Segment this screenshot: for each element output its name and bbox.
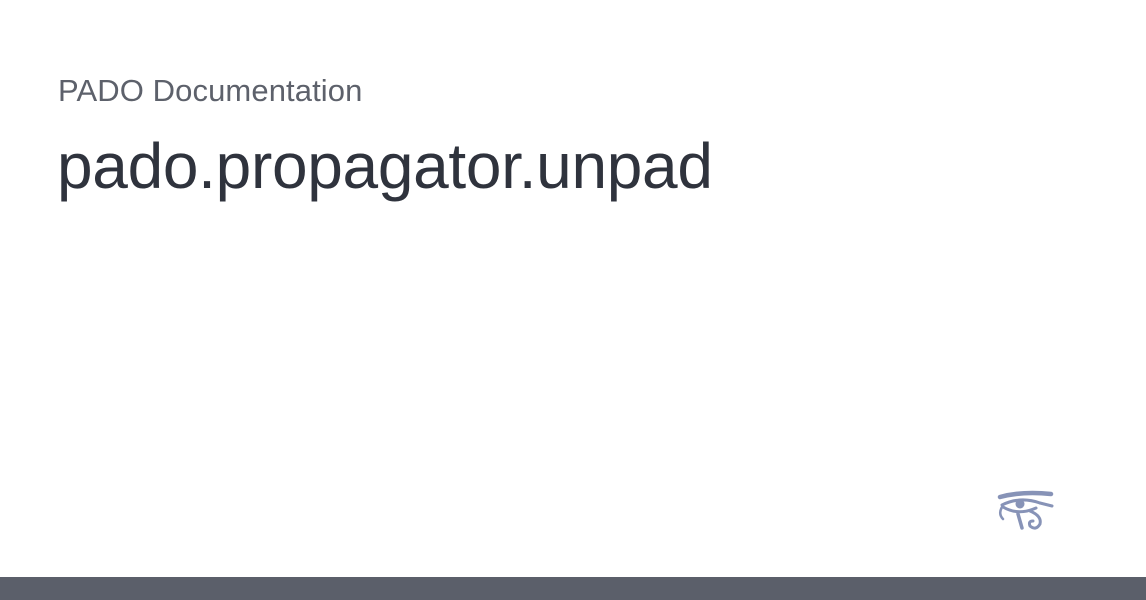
logo-strokes [997, 490, 1054, 530]
eye-of-horus-icon [997, 490, 1054, 530]
footer-bar [0, 577, 1146, 600]
logo-pupil [1015, 499, 1025, 509]
page-title: pado.propagator.unpad [57, 130, 713, 202]
social-card: PADO Documentation pado.propagator.unpad [0, 0, 1146, 600]
site-name: PADO Documentation [58, 73, 363, 108]
